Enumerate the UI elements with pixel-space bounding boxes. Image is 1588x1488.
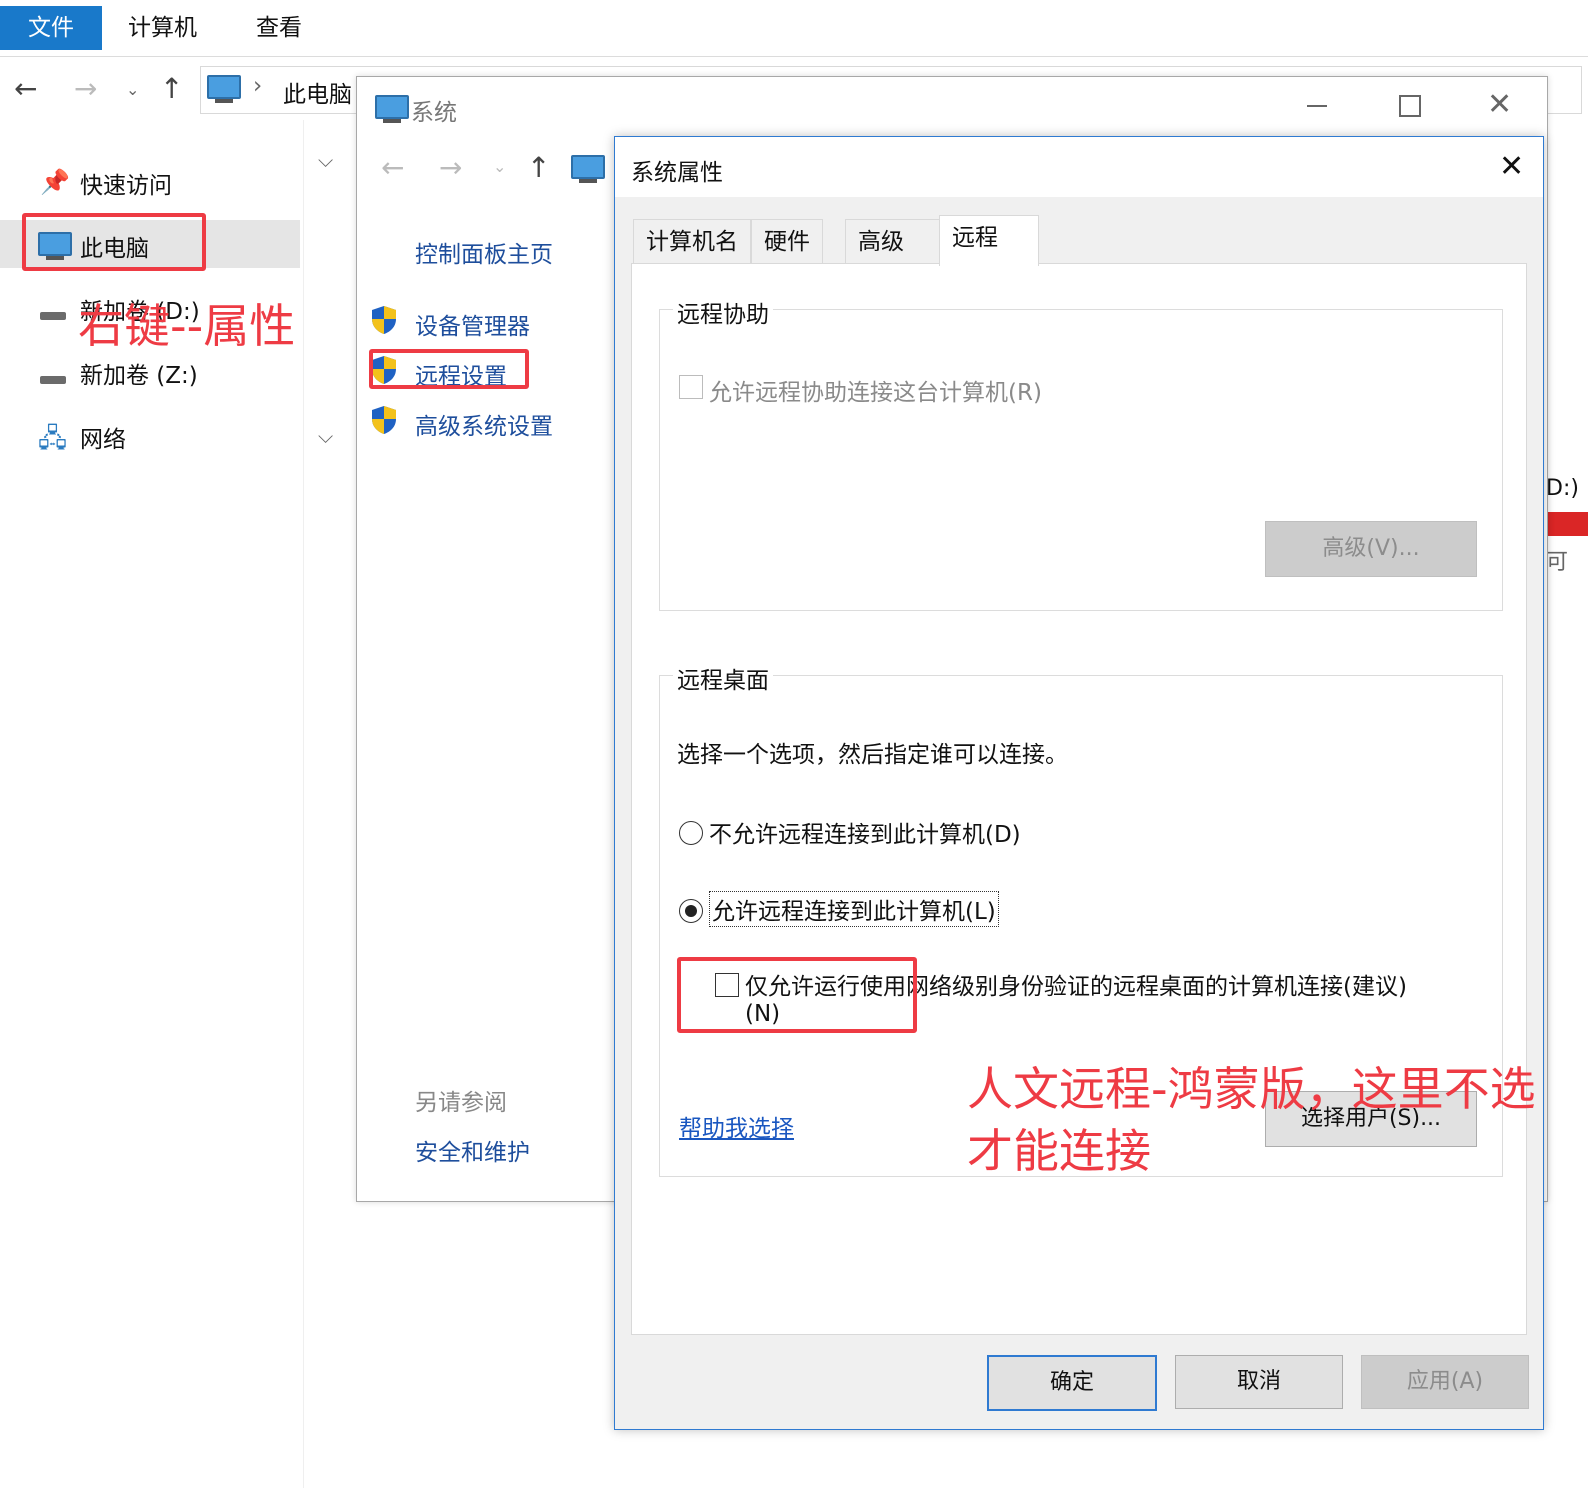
remote-desktop-label: 远程桌面 [673,661,773,695]
allow-remote-radio[interactable] [679,899,703,923]
drive-icon [40,376,66,384]
up-arrow-icon[interactable]: ↑ [527,151,550,184]
network-icon: 🖧 [38,424,67,454]
deny-remote-radio[interactable] [679,821,703,845]
computer-icon [207,75,241,103]
link-security-maintenance[interactable]: 安全和维护 [415,1133,530,1167]
dialog-titlebar [615,137,1543,197]
tab-remote[interactable]: 远程 [939,215,1039,266]
forward-arrow-icon[interactable]: → [439,151,462,184]
sidebar-item-network[interactable]: 网络 [80,420,126,454]
see-also-heading: 另请参阅 [415,1090,507,1116]
tab-computer-name[interactable]: 计算机名 [633,219,751,264]
control-panel-computer-icon [571,155,605,183]
cancel-button[interactable]: 取消 [1175,1355,1343,1409]
forward-arrow-icon[interactable]: → [74,72,97,105]
link-device-manager[interactable]: 设备管理器 [415,307,530,341]
close-icon[interactable]: ✕ [1499,149,1524,184]
tab-computer[interactable]: 计算机 [128,6,197,50]
drive-free-fragment: 可 [1546,550,1569,575]
help-me-choose-link[interactable]: 帮助我选择 [679,1109,794,1143]
remote-assistance-label: 远程协助 [673,295,773,329]
sidebar-item-drive-z[interactable]: 新加卷 (Z:) [80,356,198,390]
system-icon [375,95,409,123]
allow-remote-assistance-checkbox[interactable] [679,375,703,399]
deny-remote-label: 不允许远程连接到此计算机(D) [709,822,1021,848]
highlight-this-pc [22,213,206,271]
expand-chevron-icon[interactable]: ⌵ [318,424,333,448]
shield-icon [372,306,396,334]
dialog-title: 系统属性 [631,160,723,186]
annotation-note-line1: 人文远程-鸿蒙版，这里不选 [967,1062,1536,1116]
remote-desktop-instruction: 选择一个选项，然后指定谁可以连接。 [677,742,1068,768]
allow-remote-assistance-label: 允许远程协助连接这台计算机(R) [709,380,1042,406]
minimize-icon[interactable] [1307,105,1327,107]
pane-divider [303,120,304,1488]
link-control-panel-home[interactable]: 控制面板主页 [415,235,553,269]
drive-label-fragment: D:) [1546,476,1579,501]
breadcrumb-chevron-icon: › [253,73,263,99]
tab-hardware[interactable]: 硬件 [751,219,823,264]
annotation-note-line2: 才能连接 [967,1124,1151,1178]
highlight-nla-checkbox [677,957,917,1033]
maximize-icon[interactable] [1399,95,1421,117]
back-arrow-icon[interactable]: ← [381,151,404,184]
breadcrumb[interactable]: 此电脑 [283,75,352,109]
annotation-right-click: 右键--属性 [78,299,296,353]
tab-view[interactable]: 查看 [256,6,302,50]
allow-remote-label: 允许远程连接到此计算机(L) [709,891,999,927]
drive-icon [40,312,66,320]
ok-button[interactable]: 确定 [987,1355,1157,1411]
up-arrow-icon[interactable]: ↑ [160,72,183,105]
remote-assistance-advanced-button[interactable]: 高级(V)... [1265,521,1477,577]
close-icon[interactable]: ✕ [1487,87,1512,122]
tab-advanced[interactable]: 高级 [845,219,941,264]
history-chevron-icon[interactable]: ⌄ [126,80,139,99]
highlight-remote-settings [369,349,529,389]
history-chevron-icon[interactable]: ⌄ [493,157,506,176]
drive-usage-bar [1546,512,1588,536]
sidebar-item-quick-access[interactable]: 快速访问 [80,166,172,200]
expand-chevron-icon[interactable]: ⌵ [318,148,333,172]
apply-button[interactable]: 应用(A) [1361,1355,1529,1409]
link-advanced-system-settings[interactable]: 高级系统设置 [415,407,553,441]
ribbon: 文件 计算机 查看 [0,0,1588,57]
back-arrow-icon[interactable]: ← [14,72,37,105]
system-properties-dialog: 系统属性 ✕ 计算机名 硬件 高级 远程 远程协助 允许远程协助连接这台计算机(… [614,136,1544,1430]
pin-icon: 📌 [40,168,70,196]
shield-icon [372,406,396,434]
tab-file[interactable]: 文件 [0,6,102,50]
system-window-title: 系统 [411,100,457,126]
